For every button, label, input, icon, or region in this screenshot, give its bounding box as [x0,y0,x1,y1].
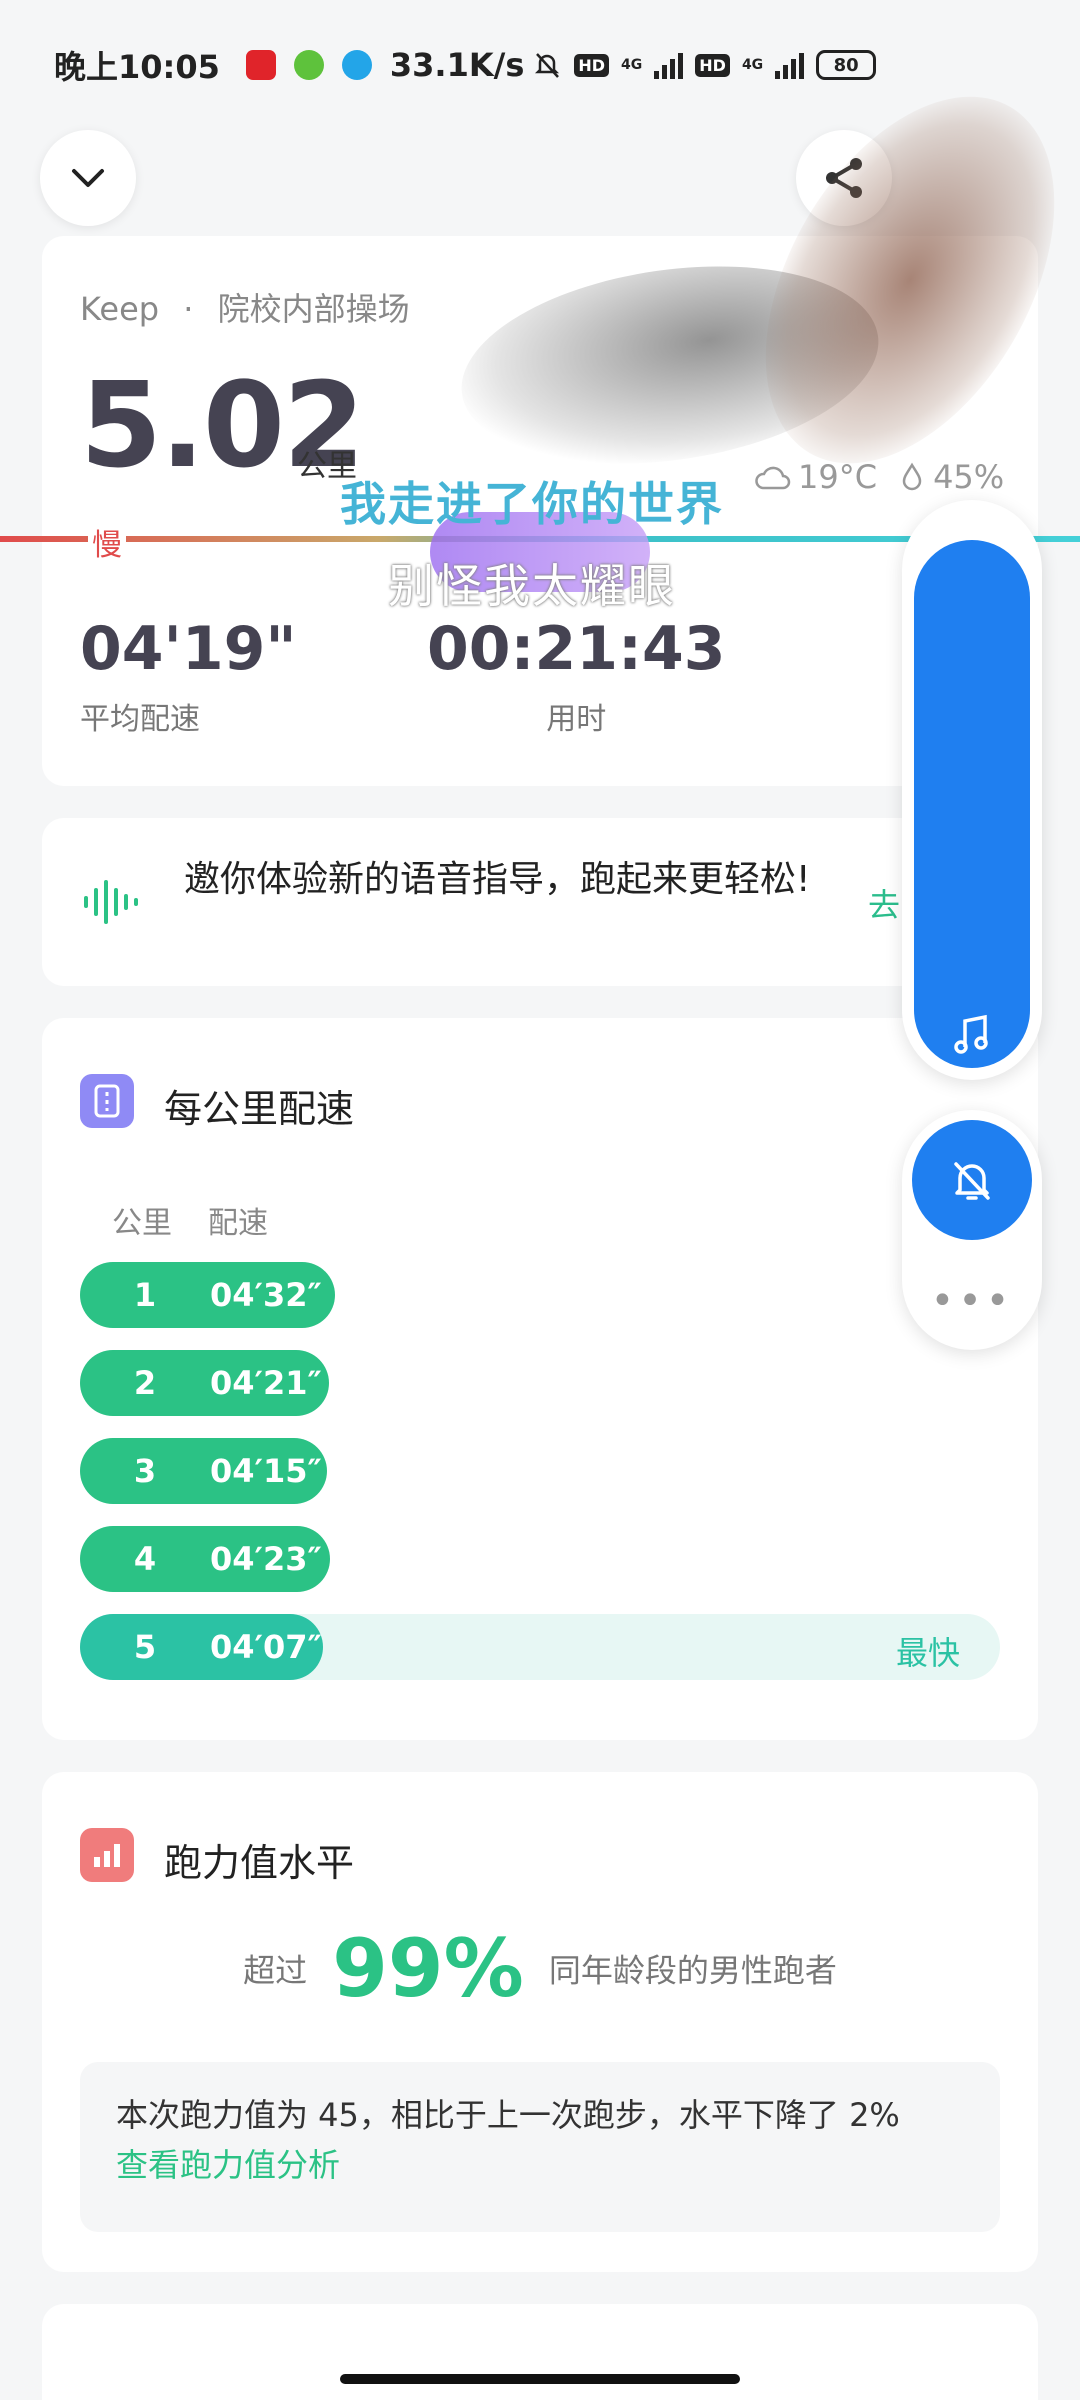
home-indicator[interactable] [340,2374,740,2384]
km-number: 4 [133,1540,157,1578]
fastest-label: 最快 [895,1634,960,1672]
section-title: 跑力值水平 [164,1841,355,1885]
slow-label: 慢 [88,520,126,564]
avg-pace-label: 平均配速 [80,702,200,737]
rank-prefix: 超过 [243,1951,308,1990]
duration-stat: 00:21:43 用时 [427,614,725,738]
signal-icon [654,51,684,79]
humidity-icon [902,462,922,491]
run-source: Keep · 院校内部操场 [80,284,410,330]
rank-percent: 99% [332,1922,524,2015]
voice-guide-card[interactable]: 邀你体验新的语音指导，跑起来更轻松! 去 [42,818,1038,986]
km-pace-bar: 3 04′15″ [80,1438,327,1504]
power-detail-text: 本次跑力值为 45，相比于上一次跑步，水平下降了 2% [116,2096,900,2134]
per-km-pace-card: 每公里配速 公里 配速 1 04′32″ 2 04′21″ 3 04′15″ 4 04′23″… [42,1018,1038,1740]
power-rank-line: 超过 99% 同年龄段的男性跑者 [42,1922,1038,2015]
km-number: 5 [133,1628,157,1666]
road-icon [94,1084,120,1118]
network-type: 4G [741,57,764,73]
voice-wave-icon [84,880,138,924]
km-pace-bar: 1 04′32″ [80,1262,335,1328]
music-note-icon[interactable] [948,1010,998,1060]
km-pace-row: 5 04′07″ 最快 [80,1614,1000,1680]
km-pace-row: 3 04′15″ [80,1438,1000,1504]
music-widget[interactable] [902,500,1042,1080]
hd-badge: HD [695,53,730,77]
wechat-icon [293,50,324,80]
km-pace-bar: 5 04′07″ [80,1614,323,1680]
duration-value: 00:21:43 [427,614,726,684]
app-name: Keep [80,290,160,328]
column-header-km: 公里 [112,1206,172,1241]
km-pace-value: 04′07″ [210,1628,322,1666]
km-pace-row: 1 04′32″ [80,1262,1000,1328]
power-section-icon [80,1828,134,1882]
km-number: 1 [133,1276,157,1314]
lyric-line-2: 别怪我太耀眼 [388,559,676,613]
chevron-down-icon [72,169,104,187]
column-header-pace: 配速 [208,1206,268,1241]
bar-chart-icon [94,1844,120,1867]
km-pace-bar: 4 04′23″ [80,1526,330,1592]
cloud-icon [755,466,791,490]
pace-section-icon [80,1074,134,1128]
netease-music-icon [245,50,276,80]
voice-guide-text: 邀你体验新的语音指导，跑起来更轻松! [184,859,811,900]
power-detail-box: 本次跑力值为 45，相比于上一次跑步，水平下降了 2% 查看跑力值分析 [80,2062,1000,2232]
battery-icon: 80 [816,50,877,80]
km-pace-value: 04′32″ [210,1276,322,1314]
km-pace-row: 2 04′21″ [80,1350,1000,1416]
rank-suffix: 同年龄段的男性跑者 [548,1951,837,1990]
run-location: 院校内部操场 [217,290,410,328]
bell-off-icon [954,1162,990,1200]
more-options-button[interactable]: ••• [902,1278,1042,1324]
status-time: 晚上10:05 [54,48,220,86]
weather-info: 19°C 45% [754,458,1004,496]
km-pace-value: 04′23″ [210,1540,322,1578]
avg-pace-stat: 04'19" 平均配速 [80,614,297,738]
km-pace-value: 04′21″ [210,1364,322,1402]
section-title: 每公里配速 [164,1087,355,1131]
notification-widget: ••• [902,1110,1042,1350]
next-card [42,2304,1038,2400]
lyric-line-1: 我走进了你的世界 [340,477,724,531]
km-pace-value: 04′15″ [210,1452,322,1490]
network-type: 4G [621,57,643,73]
km-number: 2 [133,1364,157,1402]
running-power-card: 跑力值水平 超过 99% 同年龄段的男性跑者 本次跑力值为 45，相比于上一次跑… [42,1772,1038,2272]
hd-badge: HD [574,53,610,77]
km-pace-bar: 2 04′21″ [80,1350,329,1416]
temperature: 19°C [798,458,878,496]
separator: · [183,290,194,328]
humidity: 45% [933,458,1005,496]
duration-label: 用时 [546,702,607,737]
collapse-button[interactable] [40,130,136,226]
avg-pace-value: 04'19" [80,614,297,684]
net-speed: 33.1K/s [389,46,525,84]
app-notification-icon [341,50,372,80]
signal-icon [775,51,805,79]
power-analysis-link[interactable]: 查看跑力值分析 [116,2140,964,2190]
km-pace-row: 4 04′23″ [80,1526,1000,1592]
mute-icon [535,53,560,78]
voice-guide-go-link[interactable]: 去 [868,880,900,926]
music-volume-bar[interactable] [914,540,1030,1068]
mute-toggle-button[interactable] [912,1120,1032,1240]
km-number: 3 [133,1452,157,1490]
